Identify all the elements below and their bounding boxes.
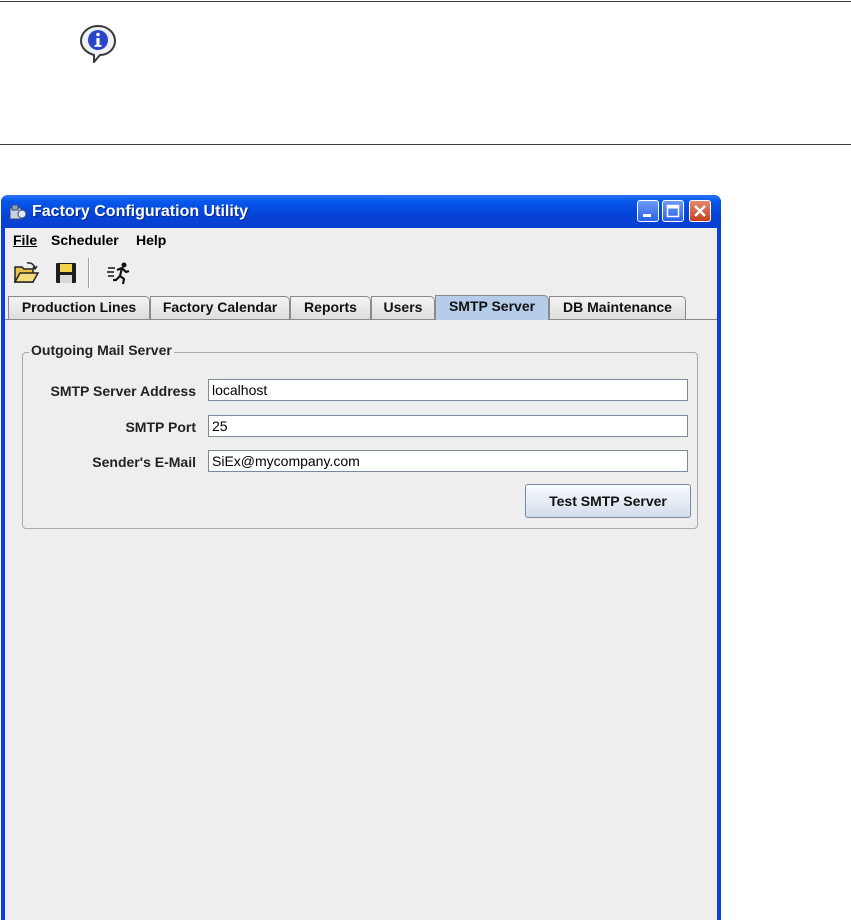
maximize-button[interactable] (662, 200, 684, 222)
save-floppy-icon (56, 263, 76, 283)
window-title: Factory Configuration Utility (32, 203, 248, 220)
app-window: Factory Configuration Utility File Sched… (1, 195, 721, 920)
smtp-address-label: SMTP Server Address (50, 383, 196, 399)
bottom-rule (0, 144, 851, 145)
tab-reports[interactable]: Reports (290, 296, 371, 319)
smtp-port-field[interactable] (208, 415, 688, 437)
menu-scheduler[interactable]: Scheduler (51, 232, 119, 248)
app-icon (9, 203, 27, 221)
tab-factory-calendar[interactable]: Factory Calendar (150, 296, 290, 319)
menu-file[interactable]: File (13, 232, 37, 248)
group-title: Outgoing Mail Server (29, 342, 174, 358)
info-icon (78, 23, 118, 65)
smtp-address-field[interactable] (208, 379, 688, 401)
open-button[interactable] (9, 256, 43, 290)
sender-email-label: Sender's E-Mail (92, 454, 196, 470)
menu-help-label: Help (136, 232, 167, 248)
menu-help[interactable]: Help (136, 232, 166, 248)
tab-smtp-server[interactable]: SMTP Server (435, 295, 549, 320)
toolbar-separator (88, 258, 90, 288)
menu-file-label: File (13, 232, 38, 248)
menu-scheduler-label: Scheduler (51, 232, 119, 248)
window-client-area: File Scheduler Help Production Lines Fac… (5, 228, 717, 920)
tab-users[interactable]: Users (371, 296, 435, 319)
run-icon (107, 262, 130, 285)
top-rule (0, 1, 851, 2)
run-button[interactable] (102, 256, 136, 290)
smtp-port-label: SMTP Port (125, 419, 196, 435)
title-bar[interactable]: Factory Configuration Utility (1, 195, 721, 228)
tab-production-lines[interactable]: Production Lines (8, 296, 150, 319)
save-button[interactable] (49, 256, 83, 290)
sender-email-field[interactable] (208, 450, 688, 472)
tab-db-maintenance[interactable]: DB Maintenance (549, 296, 686, 319)
minimize-button[interactable] (637, 200, 659, 222)
open-folder-icon (13, 262, 39, 283)
menu-bar: File Scheduler Help (5, 228, 717, 250)
test-smtp-button[interactable]: Test SMTP Server (525, 484, 691, 518)
close-button[interactable] (689, 200, 711, 222)
